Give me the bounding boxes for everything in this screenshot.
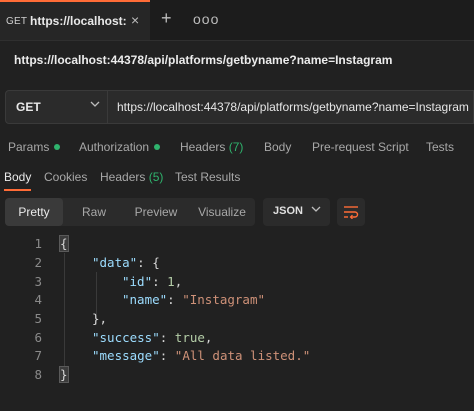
code-line: "message": "All data listed." [92, 348, 311, 363]
status-dot [54, 144, 61, 150]
url-text: https://localhost:44378/api/platforms/ge… [117, 100, 469, 114]
chevron-down-icon [90, 99, 100, 112]
tab-body[interactable]: Body [264, 140, 291, 154]
tab-authorization[interactable]: Authorization [79, 140, 161, 154]
response-tab-test-results[interactable]: Test Results [175, 170, 240, 184]
tab-params-label: Params [8, 140, 50, 154]
code-line: { [59, 235, 69, 252]
json-key: "success" [92, 330, 160, 345]
tab-headers-label: Headers [180, 140, 226, 154]
wrap-lines-icon [344, 206, 359, 219]
headers-count: (7) [228, 140, 244, 154]
code-line: "data": { [92, 255, 160, 270]
status-dot [154, 144, 161, 150]
format-select[interactable]: JSON [263, 198, 330, 226]
code-line: "id": 1, [122, 274, 183, 289]
line-number: 6 [34, 330, 42, 345]
response-tab-body[interactable]: Body [4, 170, 31, 184]
more-icon[interactable]: ooo [193, 11, 219, 27]
json-key: "id" [122, 274, 153, 289]
plus-icon[interactable]: + [161, 8, 172, 28]
response-tab-headers[interactable]: Headers (5) [100, 170, 163, 184]
code-line: }, [92, 311, 107, 326]
view-mode-selector: Pretty Raw Preview Visualize [5, 198, 255, 226]
response-headers-count: (5) [148, 170, 164, 184]
postman-window: GET https://localhost:44 × + ooo https:/… [0, 0, 474, 411]
request-tab[interactable]: GET https://localhost:44 × [0, 0, 150, 40]
tab-tests[interactable]: Tests [426, 140, 454, 154]
response-headers-label: Headers [100, 170, 146, 184]
json-key: "data" [92, 255, 138, 270]
json-value: 1 [167, 274, 175, 289]
json-value: "All data listed." [174, 348, 311, 363]
json-key: "name" [122, 292, 168, 307]
indent-guide [64, 253, 65, 380]
line-number: 1 [34, 236, 42, 251]
line-number: 4 [34, 292, 42, 307]
tab-method-label: GET [6, 16, 28, 27]
method-label: GET [16, 100, 41, 114]
chevron-down-icon [311, 204, 321, 217]
url-input[interactable]: https://localhost:44378/api/platforms/ge… [108, 90, 474, 124]
code-line: "success": true, [92, 330, 213, 345]
json-brace: { [152, 255, 160, 270]
tab-title: https://localhost:44 [30, 14, 126, 28]
method-select[interactable]: GET [5, 90, 108, 124]
code-line: } [59, 366, 69, 383]
wrap-lines-button[interactable] [337, 198, 365, 226]
json-value: "Instagram" [182, 292, 266, 307]
view-raw-button[interactable]: Raw [69, 198, 119, 226]
line-number: 5 [34, 311, 42, 326]
tab-prerequest-script[interactable]: Pre-request Script [312, 140, 409, 154]
view-pretty-button[interactable]: Pretty [5, 198, 63, 226]
close-icon[interactable]: × [131, 12, 139, 28]
view-visualize-button[interactable]: Visualize [191, 198, 253, 226]
line-number: 2 [34, 255, 42, 270]
line-number: 3 [34, 274, 42, 289]
format-label: JSON [273, 205, 303, 217]
tab-bar: GET https://localhost:44 × + ooo [0, 0, 474, 41]
tab-params[interactable]: Params [8, 140, 61, 154]
view-preview-button[interactable]: Preview [123, 198, 189, 226]
json-brace: }, [92, 311, 108, 326]
json-value: true [174, 330, 205, 345]
line-number: 8 [34, 367, 42, 382]
active-tab-indicator [4, 189, 31, 191]
close-brace: } [59, 366, 69, 383]
tab-authorization-label: Authorization [79, 140, 150, 154]
tab-headers[interactable]: Headers (7) [180, 140, 243, 154]
request-name[interactable]: https://localhost:44378/api/platforms/ge… [14, 53, 392, 67]
response-tab-cookies[interactable]: Cookies [44, 170, 87, 184]
json-key: "message" [92, 348, 160, 363]
code-line: "name": "Instagram" [122, 292, 266, 307]
open-brace: { [59, 235, 69, 252]
line-number: 7 [34, 348, 42, 363]
